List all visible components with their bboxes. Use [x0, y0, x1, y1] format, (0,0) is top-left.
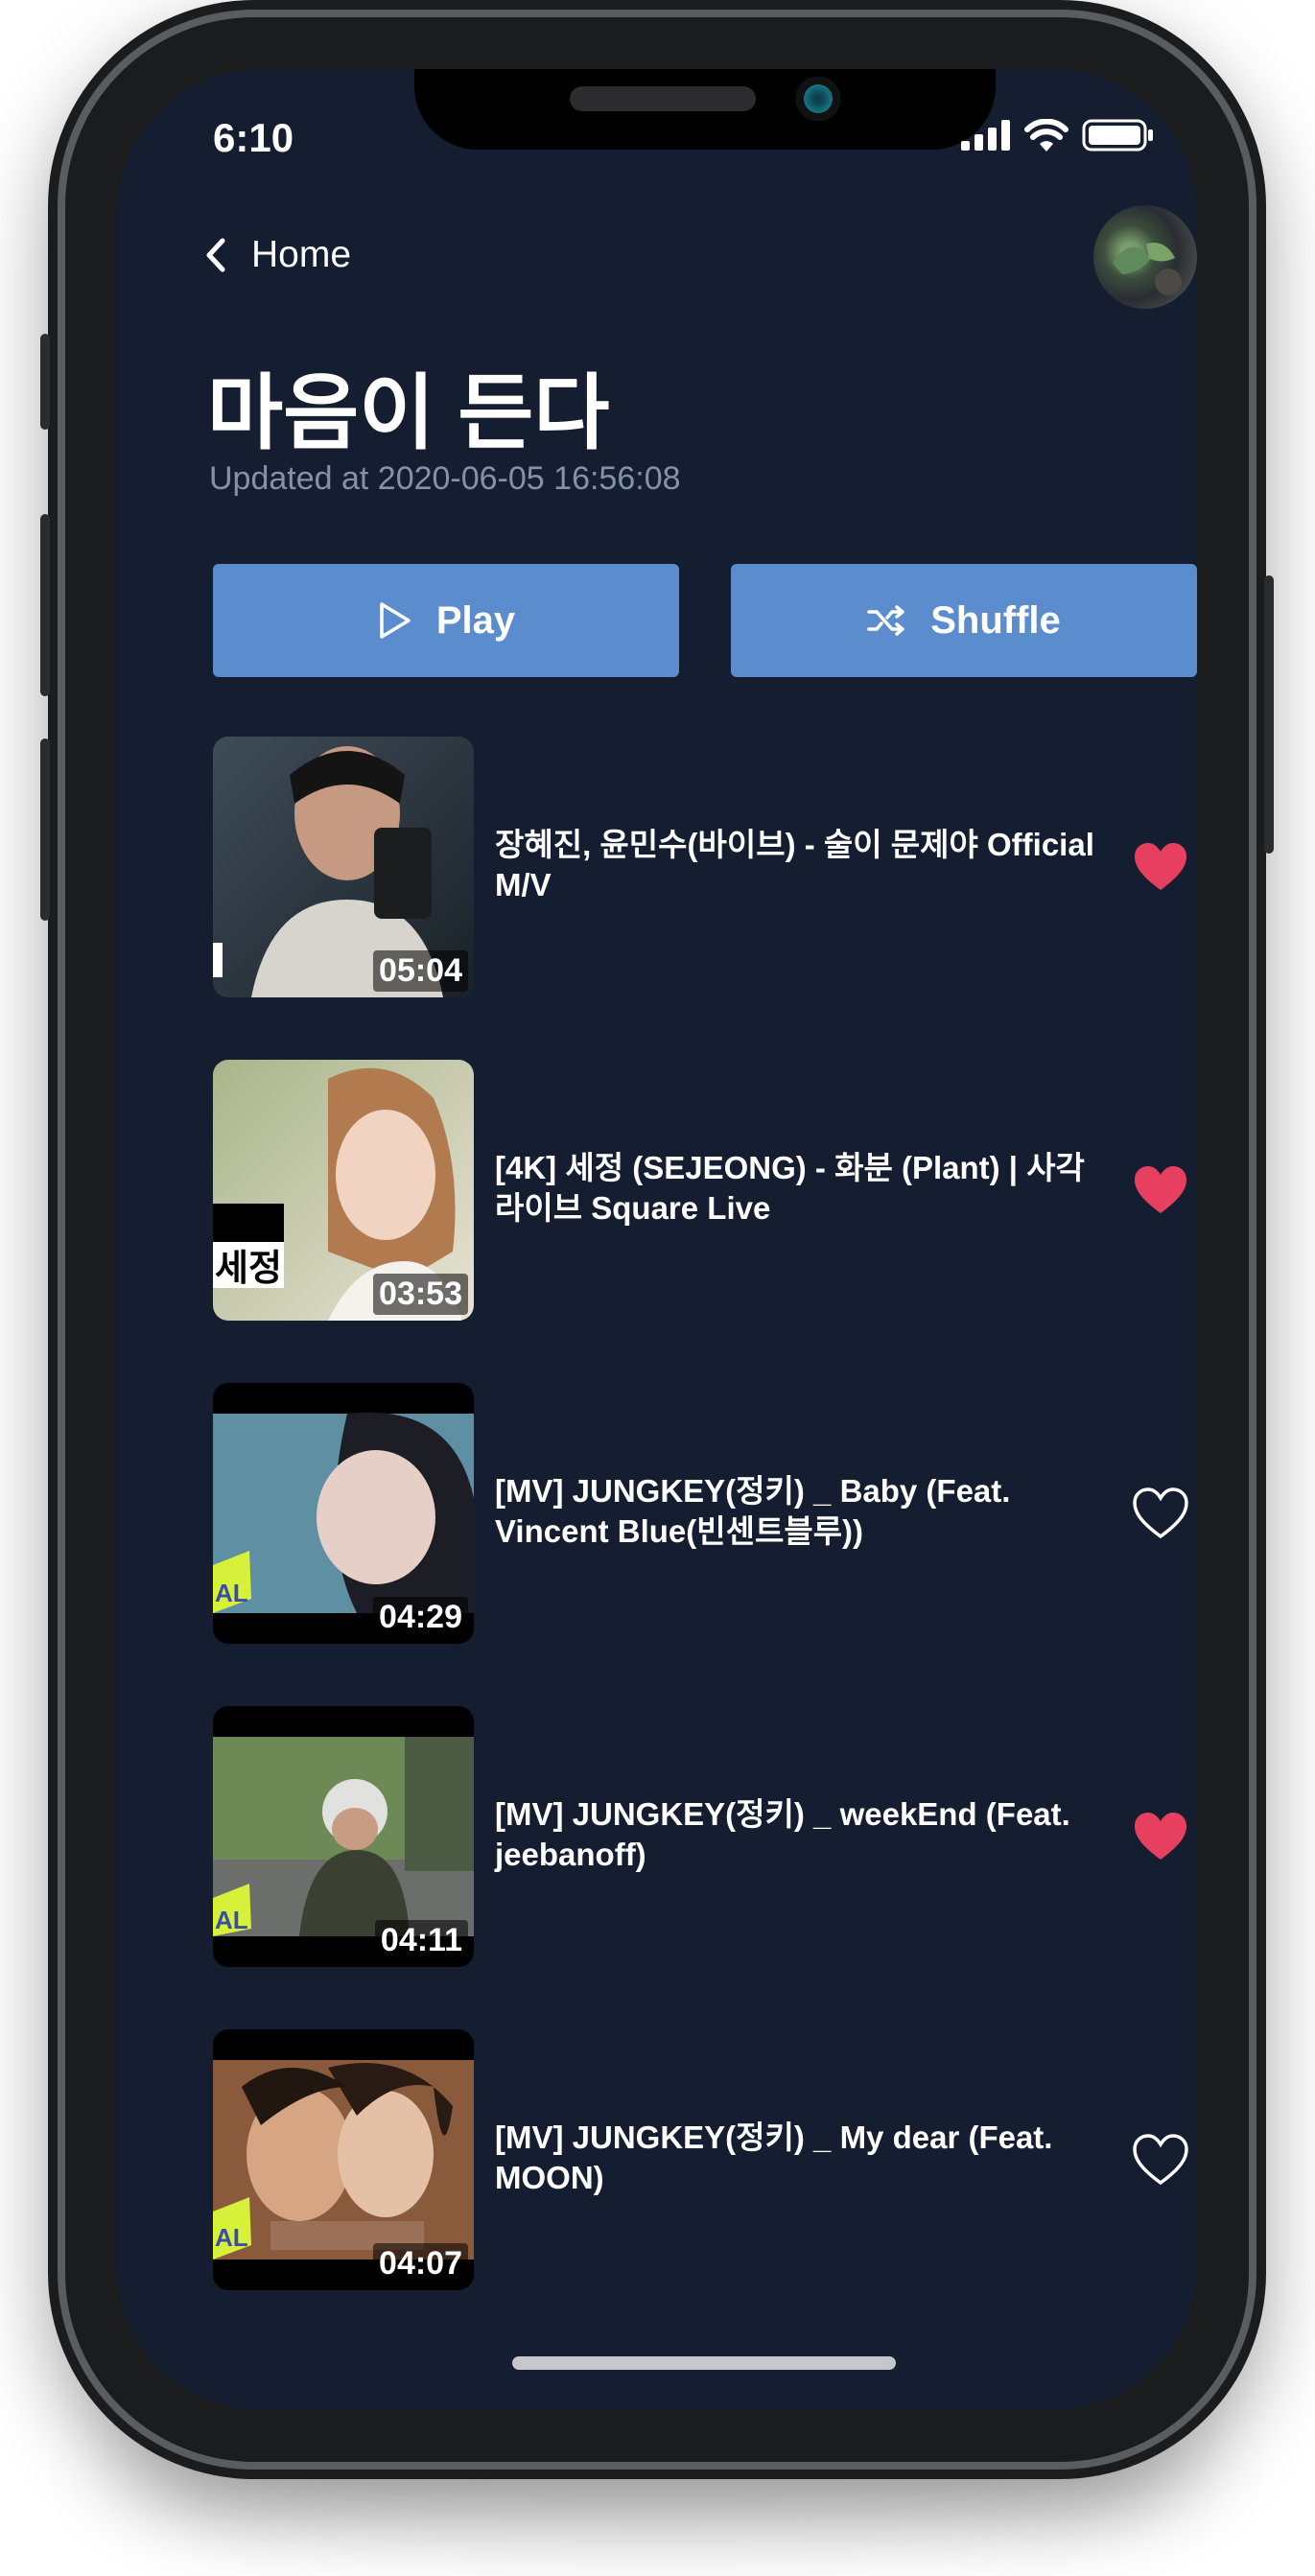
play-label: Play [435, 598, 516, 642]
back-button[interactable]: Home [205, 234, 351, 276]
video-duration: 03:53 [373, 1274, 468, 1315]
back-label: Home [251, 234, 352, 275]
video-thumbnail[interactable]: 05:04 [213, 737, 474, 997]
play-button[interactable]: Play [213, 564, 679, 677]
play-icon [380, 602, 411, 639]
thumbnail-text: AL [215, 1906, 248, 1934]
heart-icon[interactable] [1132, 2133, 1189, 2187]
shuffle-icon [867, 605, 904, 636]
thumbnail-text: AL [215, 2223, 248, 2252]
earpiece-speaker [570, 86, 756, 111]
chevron-left-icon [206, 238, 225, 272]
battery-icon [1082, 119, 1153, 152]
song-title[interactable]: [MV] JUNGKEY(정키) _ weekEnd (Feat. jeeban… [495, 1794, 1109, 1875]
song-title[interactable]: [MV] JUNGKEY(정키) _ Baby (Feat. Vincent B… [495, 1471, 1109, 1552]
wifi-icon [1024, 119, 1068, 152]
volume-down-button [40, 738, 50, 921]
video-thumbnail[interactable]: AL 04:11 [213, 1706, 474, 1967]
shuffle-button[interactable]: Shuffle [731, 564, 1197, 677]
song-list: 05:04 장혜진, 윤민수(바이브) - 술이 문제야 Official M/… [213, 737, 1197, 2353]
video-thumbnail[interactable]: AL 04:07 [213, 2029, 474, 2290]
app-screen: 6:10 Home 마음이 든다 Updated at 2020-06-05 1… [117, 69, 1197, 2410]
status-icons [961, 119, 1155, 152]
playlist-title: 마음이 든다 [207, 367, 610, 459]
song-title[interactable]: 장혜진, 윤민수(바이브) - 술이 문제야 Official M/V [495, 825, 1109, 905]
heart-icon[interactable] [1132, 1810, 1189, 1863]
video-duration: 04:07 [373, 2243, 468, 2284]
thumbnail-text: AL [215, 1579, 248, 1607]
phone-frame: 6:10 Home 마음이 든다 Updated at 2020-06-05 1… [40, 0, 1274, 2479]
list-item[interactable]: AL 04:11 [MV] JUNGKEY(정키) _ weekEnd (Fea… [213, 1706, 1197, 2029]
list-item[interactable]: AL 04:29 [MV] JUNGKEY(정키) _ Baby (Feat. … [213, 1383, 1197, 1706]
thumbnail-text: 세정 [215, 1249, 282, 1289]
video-duration: 04:11 [374, 1920, 468, 1961]
power-button [1264, 575, 1274, 854]
video-duration: 04:29 [373, 1597, 468, 1638]
video-thumbnail[interactable]: 세정 03:53 [213, 1060, 474, 1321]
list-item[interactable]: 세정 03:53 [4K] 세정 (SEJEONG) - 화분 (Plant) … [213, 1060, 1197, 1383]
video-duration: 05:04 [373, 950, 468, 992]
home-indicator[interactable] [512, 2356, 896, 2370]
playlist-updated: Updated at 2020-06-05 16:56:08 [209, 460, 681, 497]
song-title[interactable]: [MV] JUNGKEY(정키) _ My dear (Feat. MOON) [495, 2118, 1109, 2198]
status-time: 6:10 [213, 115, 294, 160]
mute-switch [40, 334, 50, 430]
avatar-image [1113, 243, 1182, 295]
front-camera [796, 77, 840, 121]
notch [414, 69, 996, 150]
shuffle-label: Shuffle [930, 598, 1061, 642]
video-thumbnail[interactable]: AL 04:29 [213, 1383, 474, 1644]
signal-icon [961, 120, 1010, 151]
avatar[interactable] [1093, 205, 1197, 309]
heart-icon[interactable] [1132, 1163, 1189, 1217]
list-item[interactable]: 05:04 장혜진, 윤민수(바이브) - 술이 문제야 Official M/… [213, 737, 1197, 1060]
volume-up-button [40, 514, 50, 696]
list-item[interactable]: AL 04:07 [MV] JUNGKEY(정키) _ My dear (Fea… [213, 2029, 1197, 2353]
heart-icon[interactable] [1132, 1487, 1189, 1540]
song-title[interactable]: [4K] 세정 (SEJEONG) - 화분 (Plant) | 사각라이브 S… [495, 1148, 1109, 1229]
heart-icon[interactable] [1132, 840, 1189, 894]
